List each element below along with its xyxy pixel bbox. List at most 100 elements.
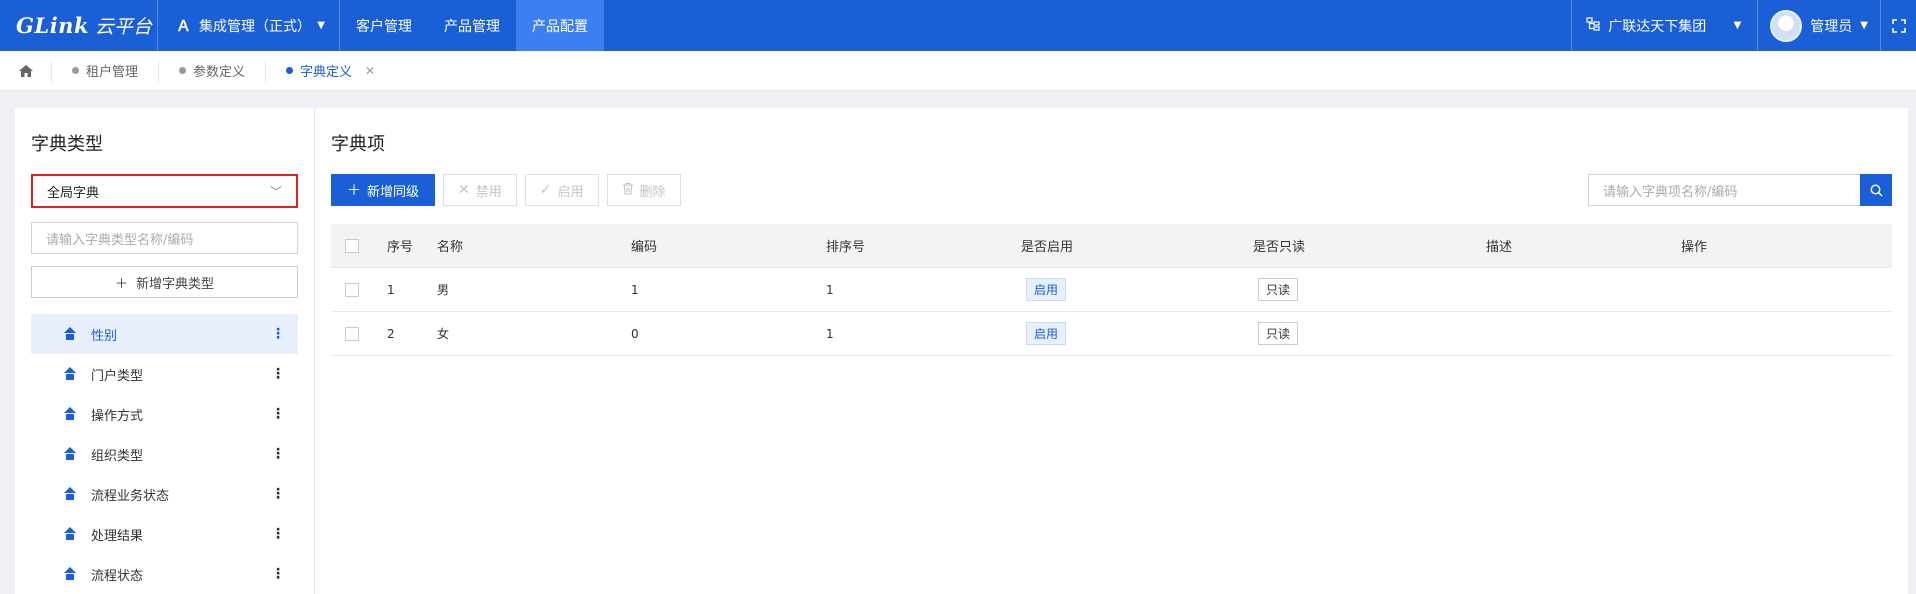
org-name: 广联达天下集团: [1608, 18, 1707, 35]
app-logo[interactable]: GLink 云平台: [0, 0, 158, 51]
folder-icon: [63, 487, 77, 501]
more-icon[interactable]: ⋮: [271, 486, 285, 502]
avatar: [1770, 9, 1803, 42]
row-checkbox[interactable]: [331, 282, 387, 297]
folder-icon: [63, 367, 77, 381]
dot-icon: [286, 67, 294, 74]
add-dict-type-button[interactable]: ＋ 新增字典类型: [31, 266, 298, 298]
list-item[interactable]: 操作方式 ⋮: [31, 394, 298, 434]
button-label: 禁用: [475, 184, 502, 200]
cell-name: 男: [437, 283, 450, 297]
system-name: 集成管理（正式）: [199, 18, 312, 35]
chevron-down-icon: ﹀: [269, 184, 282, 199]
org-switcher[interactable]: 广联达天下集团 ▼: [1571, 0, 1757, 51]
cell-sort: 1: [826, 326, 834, 341]
cell-enabled: 启用: [1021, 322, 1253, 345]
toolbar: ＋ 新增同级 ✕ 禁用 ✓ 启用 删除 请输入字典项名称/编码: [331, 174, 1892, 206]
item-label: 流程业务状态: [91, 488, 170, 504]
dict-item-search-input[interactable]: 请输入字典项名称/编码: [1588, 174, 1860, 206]
close-icon[interactable]: ✕: [365, 64, 375, 78]
item-label: 流程状态: [91, 568, 144, 584]
cell-readonly: 只读: [1253, 278, 1486, 301]
main-menu: 客户管理 产品管理 产品配置: [340, 0, 604, 51]
row-checkbox[interactable]: [331, 326, 387, 341]
folder-icon: [63, 327, 77, 341]
dict-item-search: 请输入字典项名称/编码: [1588, 174, 1892, 206]
table-row[interactable]: 2 女 0 1 启用 只读: [331, 312, 1892, 356]
enable-button[interactable]: ✓ 启用: [524, 174, 599, 206]
cell-enabled: 启用: [1021, 278, 1253, 301]
caret-down-icon: ▼: [1860, 20, 1868, 31]
column-header: 是否只读: [1253, 240, 1306, 255]
folder-icon: [63, 567, 77, 581]
item-label: 处理结果: [91, 528, 144, 544]
brand-name: GLink: [16, 13, 89, 38]
column-header: 名称: [437, 240, 464, 255]
menu-item-product-config[interactable]: 产品配置: [516, 0, 604, 51]
column-header: 编码: [631, 240, 658, 255]
column-header: 描述: [1486, 240, 1513, 255]
dict-item-table: 序号 名称 编码 排序号 是否启用 是否只读 描述 操作 1 男 1 1 启用 …: [331, 224, 1892, 356]
dict-item-panel: 字典项 ＋ 新增同级 ✕ 禁用 ✓ 启用 删除 请输入字典项名称/编码 序号 名…: [315, 108, 1908, 594]
list-item[interactable]: 性别 ⋮: [31, 314, 298, 354]
list-item[interactable]: 组织类型 ⋮: [31, 434, 298, 474]
org-tree-icon: [1586, 16, 1600, 35]
dict-scope-select[interactable]: 全局字典 ﹀: [31, 174, 298, 208]
button-label: 新增字典类型: [136, 276, 215, 292]
dict-type-search-input[interactable]: 请输入字典类型名称/编码: [31, 222, 298, 254]
readonly-badge: 只读: [1258, 322, 1299, 345]
tab-label: 租户管理: [86, 65, 139, 80]
more-icon[interactable]: ⋮: [271, 526, 285, 542]
select-all-checkbox[interactable]: [331, 238, 387, 253]
status-badge: 启用: [1026, 278, 1067, 301]
tab-tenant[interactable]: 租户管理: [52, 59, 160, 82]
more-icon[interactable]: ⋮: [271, 406, 285, 422]
button-label: 启用: [557, 184, 584, 200]
table-header: 序号 名称 编码 排序号 是否启用 是否只读 描述 操作: [331, 224, 1892, 268]
more-icon[interactable]: ⋮: [271, 366, 285, 382]
column-header: 排序号: [826, 240, 866, 255]
caret-down-icon: ▼: [317, 20, 325, 31]
user-menu[interactable]: 管理员 ▼: [1757, 0, 1880, 51]
disable-button[interactable]: ✕ 禁用: [443, 174, 517, 206]
dict-type-list: 性别 ⋮ 门户类型 ⋮ 操作方式 ⋮ 组织类型 ⋮ 流程业务状态 ⋮ 处理结果 …: [31, 314, 298, 594]
menu-item-product[interactable]: 产品管理: [428, 0, 516, 51]
home-icon[interactable]: [0, 59, 52, 82]
folder-icon: [63, 447, 77, 461]
list-item[interactable]: 流程状态 ⋮: [31, 554, 298, 594]
more-icon[interactable]: ⋮: [271, 446, 285, 462]
item-label: 性别: [91, 328, 118, 344]
add-sibling-button[interactable]: ＋ 新增同级: [331, 174, 436, 206]
system-icon: Ａ: [176, 17, 192, 35]
item-label: 组织类型: [91, 448, 144, 464]
cell-name: 女: [437, 327, 450, 341]
list-item[interactable]: 门户类型 ⋮: [31, 354, 298, 394]
dict-type-panel: 字典类型 全局字典 ﹀ 请输入字典类型名称/编码 ＋ 新增字典类型 性别 ⋮ 门…: [15, 108, 315, 594]
tab-param[interactable]: 参数定义: [159, 59, 267, 82]
delete-button[interactable]: 删除: [606, 174, 681, 206]
breadcrumb-tabs: 租户管理 参数定义 字典定义 ✕: [0, 51, 1916, 91]
readonly-badge: 只读: [1258, 278, 1299, 301]
folder-icon: [63, 527, 77, 541]
column-header: 操作: [1681, 240, 1708, 255]
menu-item-customer[interactable]: 客户管理: [340, 0, 428, 51]
table-row[interactable]: 1 男 1 1 启用 只读: [331, 268, 1892, 312]
cell-no: 1: [387, 282, 395, 297]
list-item[interactable]: 流程业务状态 ⋮: [31, 474, 298, 514]
column-header: 是否启用: [1021, 240, 1074, 255]
item-label: 操作方式: [91, 408, 144, 424]
top-right-area: 广联达天下集团 ▼ 管理员 ▼: [1571, 0, 1916, 51]
list-item[interactable]: 处理结果 ⋮: [31, 514, 298, 554]
fullscreen-icon[interactable]: [1880, 0, 1916, 51]
search-icon[interactable]: [1860, 174, 1892, 206]
more-icon[interactable]: ⋮: [271, 326, 285, 342]
more-icon[interactable]: ⋮: [271, 566, 285, 582]
system-switcher[interactable]: Ａ 集成管理（正式） ▼: [158, 0, 340, 51]
trash-icon: [622, 182, 634, 199]
tab-dictionary[interactable]: 字典定义 ✕: [266, 60, 395, 82]
top-navbar: GLink 云平台 Ａ 集成管理（正式） ▼ 客户管理 产品管理 产品配置 广联…: [0, 0, 1916, 51]
cell-readonly: 只读: [1253, 322, 1486, 345]
panel-title: 字典项: [331, 134, 385, 155]
placeholder: 请输入字典类型名称/编码: [46, 232, 194, 248]
cell-code: 1: [631, 282, 639, 297]
